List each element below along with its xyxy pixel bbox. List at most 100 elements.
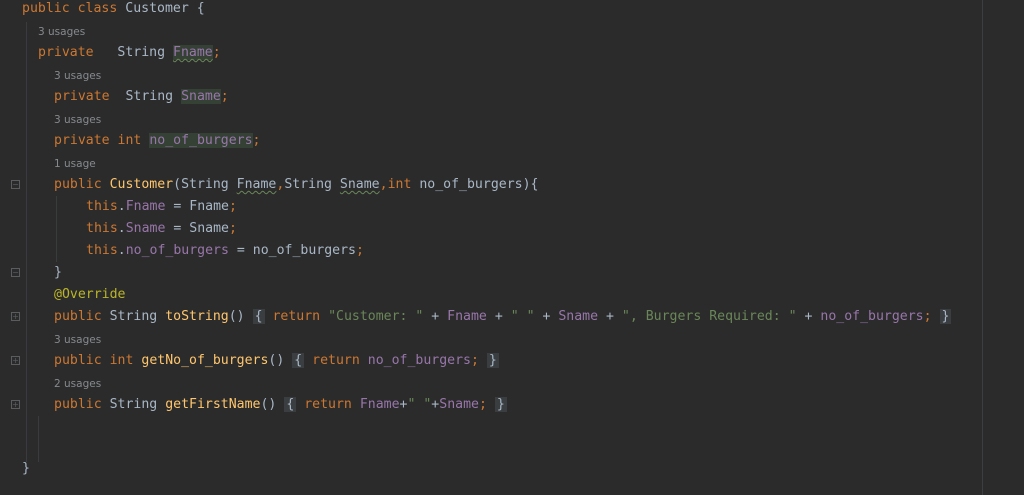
semicolon: ; xyxy=(470,353,479,368)
field-declaration-line[interactable]: private String Sname; xyxy=(54,86,229,108)
type: int xyxy=(109,353,134,368)
method-line-tostring[interactable]: public String toString() { return "Custo… xyxy=(54,306,952,328)
type: String xyxy=(109,397,158,412)
field-ref: Fname xyxy=(447,309,487,324)
fold-expand-icon[interactable]: + xyxy=(11,400,20,409)
brace: } xyxy=(54,265,62,280)
comma: , xyxy=(379,177,388,192)
operator: = xyxy=(165,221,190,236)
operator: = xyxy=(228,243,253,258)
method-line-getfirstname[interactable]: public String getFirstName() { return Fn… xyxy=(54,394,507,416)
semicolon: ; xyxy=(228,221,237,236)
keyword: public xyxy=(54,309,102,324)
parens: () xyxy=(268,353,285,368)
operator: + xyxy=(598,309,622,324)
field-ref: Fname xyxy=(359,397,400,412)
param-name: no_of_burgers xyxy=(419,177,523,192)
usages-hint[interactable]: 3 usages xyxy=(54,333,101,347)
editor-gutter[interactable] xyxy=(0,0,18,495)
string-literal: ", Burgers Required: " xyxy=(621,309,797,324)
field-name: Fname xyxy=(173,45,213,60)
assignment-line[interactable]: this.no_of_burgers = no_of_burgers; xyxy=(86,240,364,262)
folded-brace[interactable]: } xyxy=(494,397,507,412)
right-margin-guide xyxy=(982,0,983,495)
this-keyword: this xyxy=(86,199,118,214)
operator: + xyxy=(534,309,559,324)
keyword: public xyxy=(54,397,102,412)
keyword: return xyxy=(312,353,360,368)
field-ref: no_of_burgers xyxy=(125,243,229,258)
parens: () xyxy=(260,397,277,412)
fold-expand-icon[interactable]: + xyxy=(11,312,20,321)
operator: + xyxy=(423,309,448,324)
string-literal: "Customer: " xyxy=(328,309,424,324)
fold-end-icon[interactable]: − xyxy=(11,268,20,277)
brace: } xyxy=(22,461,30,476)
field-ref: Sname xyxy=(439,397,479,412)
assignment-line[interactable]: this.Fname = Fname; xyxy=(86,196,237,218)
operator: + xyxy=(796,309,821,324)
field-declaration-line[interactable]: private int no_of_burgers; xyxy=(54,130,260,152)
class-closing-brace-line[interactable]: } xyxy=(22,458,30,480)
paren-brace: ){ xyxy=(522,177,539,192)
folded-brace[interactable]: { xyxy=(252,309,265,324)
usages-hint[interactable]: 3 usages xyxy=(54,69,101,83)
semicolon: ; xyxy=(923,309,932,324)
dot: . xyxy=(117,199,126,214)
keyword: public xyxy=(22,1,70,16)
folded-brace[interactable]: { xyxy=(292,353,305,368)
annotation-line[interactable]: @Override xyxy=(54,284,125,306)
method-name: getNo_of_burgers xyxy=(141,353,269,368)
method-line-getburgers[interactable]: public int getNo_of_burgers() { return n… xyxy=(54,350,499,372)
param-ref: Fname xyxy=(189,199,229,214)
string-literal: " " xyxy=(407,397,432,412)
keyword: class xyxy=(77,1,118,16)
type: String xyxy=(117,45,166,60)
field-ref: no_of_burgers xyxy=(367,353,471,368)
folded-brace[interactable]: { xyxy=(284,397,297,412)
brace: { xyxy=(196,1,205,16)
field-declaration-line[interactable]: private String Fname; xyxy=(38,42,221,64)
semicolon: ; xyxy=(228,199,237,214)
indent-guide xyxy=(38,416,39,462)
method-name: toString xyxy=(165,309,229,324)
folded-brace[interactable]: } xyxy=(486,353,499,368)
class-declaration-line[interactable]: public class Customer { xyxy=(22,0,205,20)
semicolon: ; xyxy=(220,89,229,104)
indent-guide xyxy=(56,196,57,262)
usages-hint[interactable]: 1 usage xyxy=(54,157,96,171)
usages-hint[interactable]: 3 usages xyxy=(54,113,101,127)
usages-hint[interactable]: 2 usages xyxy=(54,377,101,391)
param-ref: Sname xyxy=(189,221,229,236)
code-editor[interactable]: − − + + + public class Customer { 3 usag… xyxy=(0,0,1024,495)
field-ref: Sname xyxy=(558,309,599,324)
semicolon: ; xyxy=(355,243,364,258)
type: int xyxy=(117,133,142,148)
semicolon: ; xyxy=(252,133,261,148)
this-keyword: this xyxy=(86,221,118,236)
keyword: private xyxy=(54,133,110,148)
keyword: public xyxy=(54,353,102,368)
field-name: no_of_burgers xyxy=(149,133,253,148)
dot: . xyxy=(117,243,126,258)
indent-guide xyxy=(26,22,27,462)
param-name: Fname xyxy=(236,177,277,192)
dot: . xyxy=(117,221,126,236)
folded-brace[interactable]: } xyxy=(939,309,952,324)
type: String xyxy=(125,89,174,104)
class-name: Customer xyxy=(125,1,189,16)
field-ref: no_of_burgers xyxy=(820,309,924,324)
constructor-name: Customer xyxy=(109,177,174,192)
method-name: getFirstName xyxy=(165,397,261,412)
usages-hint[interactable]: 3 usages xyxy=(38,25,85,39)
type: String xyxy=(284,177,332,192)
closing-brace-line[interactable]: } xyxy=(54,262,62,284)
type: int xyxy=(387,177,412,192)
field-name: Sname xyxy=(181,89,221,104)
assignment-line[interactable]: this.Sname = Sname; xyxy=(86,218,237,240)
keyword: private xyxy=(54,89,110,104)
constructor-signature-line[interactable]: public Customer(String Fname,String Snam… xyxy=(54,174,538,196)
fold-expand-icon[interactable]: + xyxy=(11,356,20,365)
fold-collapse-icon[interactable]: − xyxy=(11,180,20,189)
type: String xyxy=(109,309,158,324)
